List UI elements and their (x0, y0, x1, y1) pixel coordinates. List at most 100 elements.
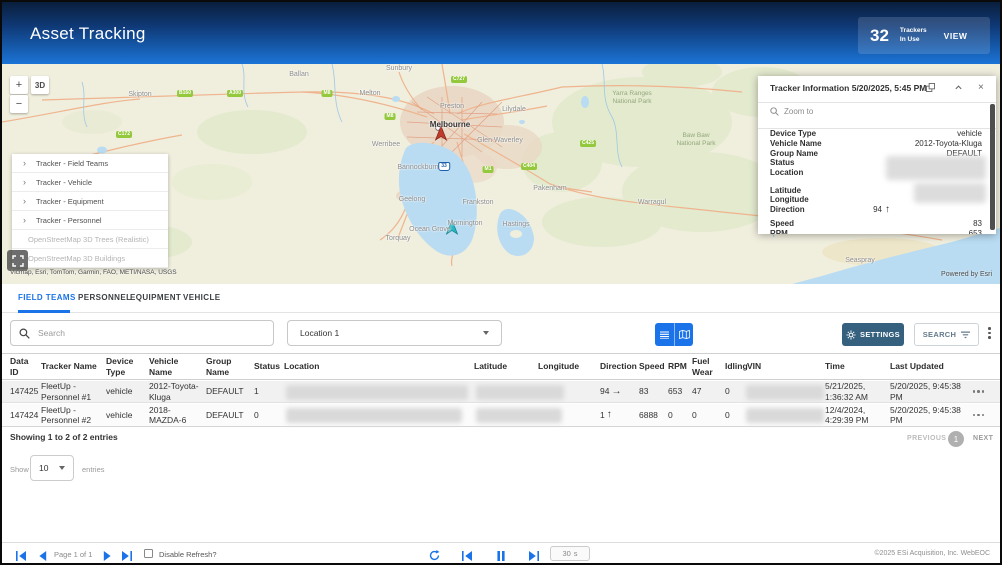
col-header[interactable]: Longitude (538, 361, 600, 371)
previous-page-button[interactable]: PREVIOUS (907, 435, 946, 442)
search-input[interactable] (36, 327, 265, 339)
road-badge: A300 (227, 90, 243, 97)
pause-icon[interactable] (496, 548, 506, 565)
search-box (10, 320, 274, 346)
search-filter-button[interactable]: SEARCH (914, 323, 979, 346)
search-icon (19, 328, 30, 339)
layer-item[interactable]: Tracker - Personnel (12, 211, 168, 230)
popup-scrollbar[interactable] (990, 104, 995, 230)
table-row[interactable]: 147425 FleetUp - Personnel #1 vehicle 20… (2, 381, 1000, 403)
page-number-button[interactable]: 1 (948, 431, 964, 447)
col-header[interactable]: RPM (668, 361, 692, 371)
col-header[interactable]: Speed (639, 361, 668, 371)
expand-icon (12, 255, 24, 267)
map-town-label: Melton (359, 90, 380, 97)
map-town-label: Bannockburn (397, 164, 438, 171)
col-header[interactable]: Location (284, 361, 474, 371)
road-badge: 33 (438, 162, 450, 171)
row-actions-icon[interactable] (973, 390, 985, 393)
layer-item[interactable]: Tracker - Field Teams (12, 154, 168, 173)
col-header[interactable]: Latitude (474, 361, 538, 371)
refresh-interval-input[interactable]: 30 s (550, 546, 590, 561)
direction-arrow-icon: → (611, 386, 621, 398)
layer-item-label: Tracker - Field Teams (36, 159, 108, 168)
col-header[interactable]: Group Name (206, 356, 254, 376)
first-page-icon[interactable] (16, 548, 26, 565)
auto-refresh-icon[interactable] (429, 548, 440, 565)
layer-item-label: OpenStreetMap 3D Trees (Realistic) (28, 235, 149, 244)
row-actions-icon[interactable] (973, 414, 985, 417)
map[interactable]: SkiptonBallanMeltonSunburyPrestonLilydal… (2, 64, 1000, 284)
popup-title: Tracker Information 5/20/2025, 5:45 PM (770, 83, 926, 93)
layer-item[interactable]: Tracker - Equipment (12, 192, 168, 211)
last-page-icon[interactable] (122, 548, 132, 565)
redacted-vin (746, 408, 824, 423)
magnifier-icon (770, 107, 779, 116)
tab-equipment[interactable]: EQUIPMENT (130, 293, 181, 302)
close-icon[interactable]: × (978, 83, 984, 93)
map-icon (679, 330, 690, 339)
more-options-icon[interactable] (988, 327, 991, 339)
map-town-label: Preston (440, 103, 464, 110)
tab-personnel[interactable]: PERSONNEL (78, 293, 131, 302)
map-town-label: Warragul (638, 199, 666, 206)
col-header[interactable]: Fuel Wear (692, 356, 725, 376)
map-town-label: Skipton (128, 91, 151, 98)
view-button[interactable]: VIEW (938, 27, 974, 45)
collapse-icon[interactable] (954, 83, 963, 95)
table-row[interactable]: 147424 FleetUp - Personnel #2 vehicle 20… (2, 404, 1000, 427)
layer-item[interactable]: OpenStreetMap 3D Buildings (12, 249, 168, 268)
tab-bar: FIELD TEAMS PERSONNEL EQUIPMENT VEHICLE (2, 285, 1000, 313)
zoom-to-button[interactable]: Zoom to (770, 107, 813, 116)
fullscreen-expand-button[interactable] (7, 250, 28, 271)
zoom-in-button[interactable]: + (10, 76, 28, 94)
skip-to-start-icon[interactable] (462, 548, 472, 565)
next-page-button[interactable]: NEXT (973, 435, 993, 442)
map-town-label: Torquay (386, 235, 411, 242)
col-header[interactable]: Direction (600, 361, 639, 371)
col-header[interactable]: Status (254, 361, 284, 371)
map-town-label: Glen Waverley (477, 137, 523, 144)
direction-arrow-icon: ↑ (607, 409, 612, 421)
page-size-select[interactable]: 10 (30, 455, 74, 481)
layer-item-label: Tracker - Equipment (36, 197, 104, 206)
settings-button[interactable]: SETTINGS (842, 323, 904, 346)
map-view-button[interactable] (674, 323, 693, 346)
tab-vehicle[interactable]: VEHICLE (183, 293, 220, 302)
col-header[interactable]: Data ID (2, 356, 41, 376)
skip-to-end-icon[interactable] (529, 548, 539, 565)
col-header[interactable]: Device Type (106, 356, 149, 376)
col-header[interactable]: Last Updated (890, 361, 966, 371)
page-status: Page 1 of 1 (54, 550, 92, 559)
tab-field-teams[interactable]: FIELD TEAMS (18, 293, 76, 302)
popup-field: Device Typevehicle (770, 129, 982, 139)
disable-refresh-label: Disable Refresh? (159, 550, 217, 559)
list-icon (660, 331, 669, 339)
next-page-icon[interactable] (102, 548, 112, 565)
app-header: Asset Tracking 32 Trackers In Use VIEW (2, 2, 1000, 64)
3d-mode-button[interactable]: 3D (31, 76, 49, 94)
dock-icon[interactable] (926, 83, 935, 95)
redacted-status-location (886, 156, 986, 180)
col-header[interactable]: Idling (725, 361, 747, 371)
col-header[interactable]: Tracker Name (41, 361, 106, 371)
layer-item[interactable]: OpenStreetMap 3D Trees (Realistic) (12, 230, 168, 249)
view-toggle-group (655, 323, 693, 346)
map-town-label: Sunbury (386, 65, 412, 72)
redacted-lat-long (914, 183, 986, 203)
disable-refresh-checkbox[interactable] (144, 549, 153, 558)
layer-item-label: Tracker - Vehicle (36, 178, 92, 187)
location-select[interactable]: Location 1 (287, 320, 502, 346)
col-header[interactable]: Time (825, 361, 890, 371)
zoom-out-button[interactable]: − (10, 95, 28, 113)
map-town-label: Seaspray (845, 257, 875, 264)
active-tab-underline (18, 310, 70, 313)
list-view-button[interactable] (655, 323, 674, 346)
layer-item[interactable]: Tracker - Vehicle (12, 173, 168, 192)
road-badge: C727 (451, 76, 467, 83)
popup-field: Speed83 (770, 219, 982, 229)
col-header[interactable]: VIN (747, 361, 825, 371)
previous-page-icon[interactable] (38, 548, 48, 565)
col-header[interactable]: Vehicle Name (149, 356, 206, 376)
tracker-count-widget: 32 Trackers In Use VIEW (858, 17, 990, 54)
